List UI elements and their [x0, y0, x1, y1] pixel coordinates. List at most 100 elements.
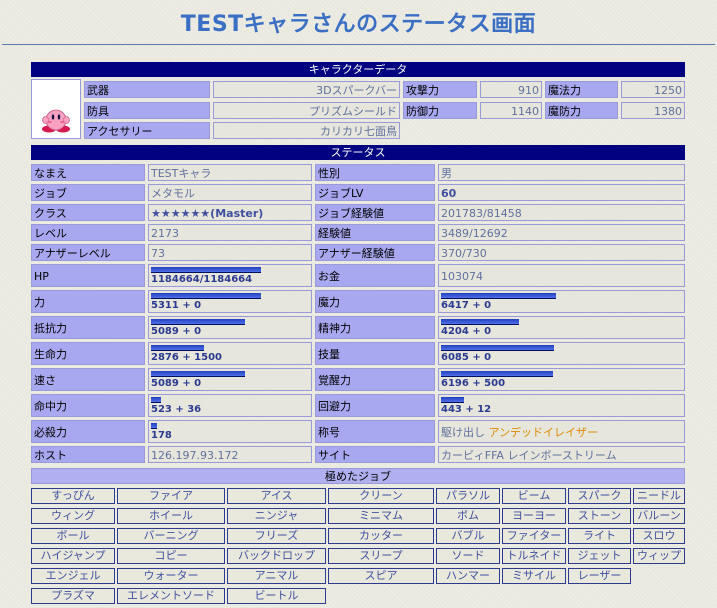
job-value: メタモル	[148, 184, 312, 201]
host-label: ホスト	[31, 446, 145, 463]
accuracy-label: 命中力	[31, 394, 145, 417]
resist-bar	[151, 319, 245, 325]
evasion-bar-track	[441, 397, 556, 403]
awakening-bar-track	[441, 371, 553, 377]
skill-cell: 6085 + 0	[438, 342, 685, 365]
strength-value: 5311 + 0	[151, 300, 202, 311]
weapon-label: 武器	[84, 81, 210, 98]
skill-bar	[441, 345, 554, 351]
job-0-3: クリーン	[328, 488, 434, 504]
magic-defense-label: 魔防力	[545, 102, 618, 119]
job-exp-label: ジョブ経験値	[315, 204, 435, 221]
accessory-label: アクセサリー	[84, 122, 210, 139]
spirit-cell: 4204 + 0	[438, 316, 685, 339]
job-1-6: ストーン	[568, 508, 631, 524]
evasion-bar	[441, 397, 464, 403]
accessory-value: カリカリ七面鳥	[213, 122, 400, 139]
job-4-0: エンジェル	[31, 568, 115, 584]
hp-bar	[151, 267, 261, 273]
job-1-0: ウィング	[31, 508, 115, 524]
defense-value: 1140	[480, 102, 542, 119]
job-0-5: ビーム	[502, 488, 566, 504]
critical-cell: 178	[148, 420, 312, 443]
kirby-avatar-icon	[42, 109, 70, 133]
job-1-5: ヨーヨー	[502, 508, 566, 524]
title-name: アンデッドイレイザー	[488, 426, 599, 439]
job-1-1: ホイール	[117, 508, 225, 524]
job-3-5: トルネイド	[502, 548, 566, 564]
defense-label: 防御力	[403, 102, 477, 119]
gold-label: お金	[315, 264, 435, 287]
job-3-7: ウィップ	[633, 548, 685, 564]
skill-bar-track	[441, 345, 556, 351]
another-exp-value: 370/730	[438, 244, 685, 261]
critical-bar-track	[151, 423, 261, 429]
evasion-cell: 443 + 12	[438, 394, 685, 417]
resist-cell: 5089 + 0	[148, 316, 312, 339]
job-3-2: バックドロップ	[227, 548, 326, 564]
magic-power-value: 1250	[621, 81, 685, 98]
spirit-bar	[441, 319, 520, 325]
vitality-bar-track	[151, 345, 261, 351]
job-0-0: すっぴん	[31, 488, 115, 504]
magic-value: 6417 + 0	[441, 300, 492, 311]
exp-value: 3489/12692	[438, 224, 685, 241]
another-level-value: 73	[148, 244, 312, 261]
speed-label: 速さ	[31, 368, 145, 391]
armor-value: プリズムシールド	[213, 102, 400, 119]
job-4-3: スピア	[328, 568, 434, 584]
job-4-4: ハンマー	[436, 568, 500, 584]
attack-value: 910	[480, 81, 542, 98]
job-0-4: パラソル	[436, 488, 500, 504]
magic-bar	[441, 293, 556, 299]
sex-value: 男	[438, 164, 685, 181]
weapon-value: 3Dスパークバー	[213, 81, 400, 98]
section-header-jobs: 極めたジョブ	[31, 468, 685, 484]
level-value: 2173	[148, 224, 312, 241]
another-exp-label: アナザー経験値	[315, 244, 435, 261]
title-divider	[2, 44, 715, 45]
critical-bar	[151, 423, 157, 429]
magic-bar-track	[441, 293, 556, 299]
job-2-4: バブル	[436, 528, 500, 544]
magic-cell: 6417 + 0	[438, 290, 685, 313]
strength-bar-track	[151, 293, 261, 299]
attack-label: 攻撃力	[403, 81, 477, 98]
critical-label: 必殺力	[31, 420, 145, 443]
job-4-5: ミサイル	[502, 568, 566, 584]
hp-value: 1184664/1184664	[151, 274, 253, 285]
job-4-1: ウォーター	[117, 568, 225, 584]
name-value: TESTキャラ	[148, 164, 312, 181]
job-level-label: ジョブLV	[315, 184, 435, 201]
job-2-3: カッター	[328, 528, 434, 544]
job-0-6: スパーク	[568, 488, 631, 504]
vitality-cell: 2876 + 1500	[148, 342, 312, 365]
job-1-4: ボム	[436, 508, 500, 524]
job-3-0: ハイジャンプ	[31, 548, 115, 564]
accuracy-bar-track	[151, 397, 261, 403]
speed-cell: 5089 + 0	[148, 368, 312, 391]
job-3-3: スリープ	[328, 548, 434, 564]
resist-bar-track	[151, 319, 261, 325]
job-2-2: フリーズ	[227, 528, 326, 544]
awakening-label: 覚醒力	[315, 368, 435, 391]
vitality-label: 生命力	[31, 342, 145, 365]
sex-label: 性別	[315, 164, 435, 181]
skill-value: 6085 + 0	[441, 352, 492, 363]
job-4-6: レーザー	[568, 568, 631, 584]
site-value[interactable]: カービィFFA レインボーストリーム	[438, 446, 685, 463]
job-level-value: 60	[438, 184, 685, 201]
another-level-label: アナザーレベル	[31, 244, 145, 261]
spirit-value: 4204 + 0	[441, 326, 492, 337]
job-0-1: ファイア	[117, 488, 225, 504]
job-0-7: ニードル	[633, 488, 685, 504]
job-1-3: ミニマム	[328, 508, 434, 524]
awakening-cell: 6196 + 500	[438, 368, 685, 391]
resist-value: 5089 + 0	[151, 326, 202, 337]
job-3-6: ジェット	[568, 548, 631, 564]
title-label: 称号	[315, 420, 435, 443]
vitality-value: 2876 + 1500	[151, 352, 223, 363]
strength-cell: 5311 + 0	[148, 290, 312, 313]
job-exp-value: 201783/81458	[438, 204, 685, 221]
job-4-2: アニマル	[227, 568, 326, 584]
